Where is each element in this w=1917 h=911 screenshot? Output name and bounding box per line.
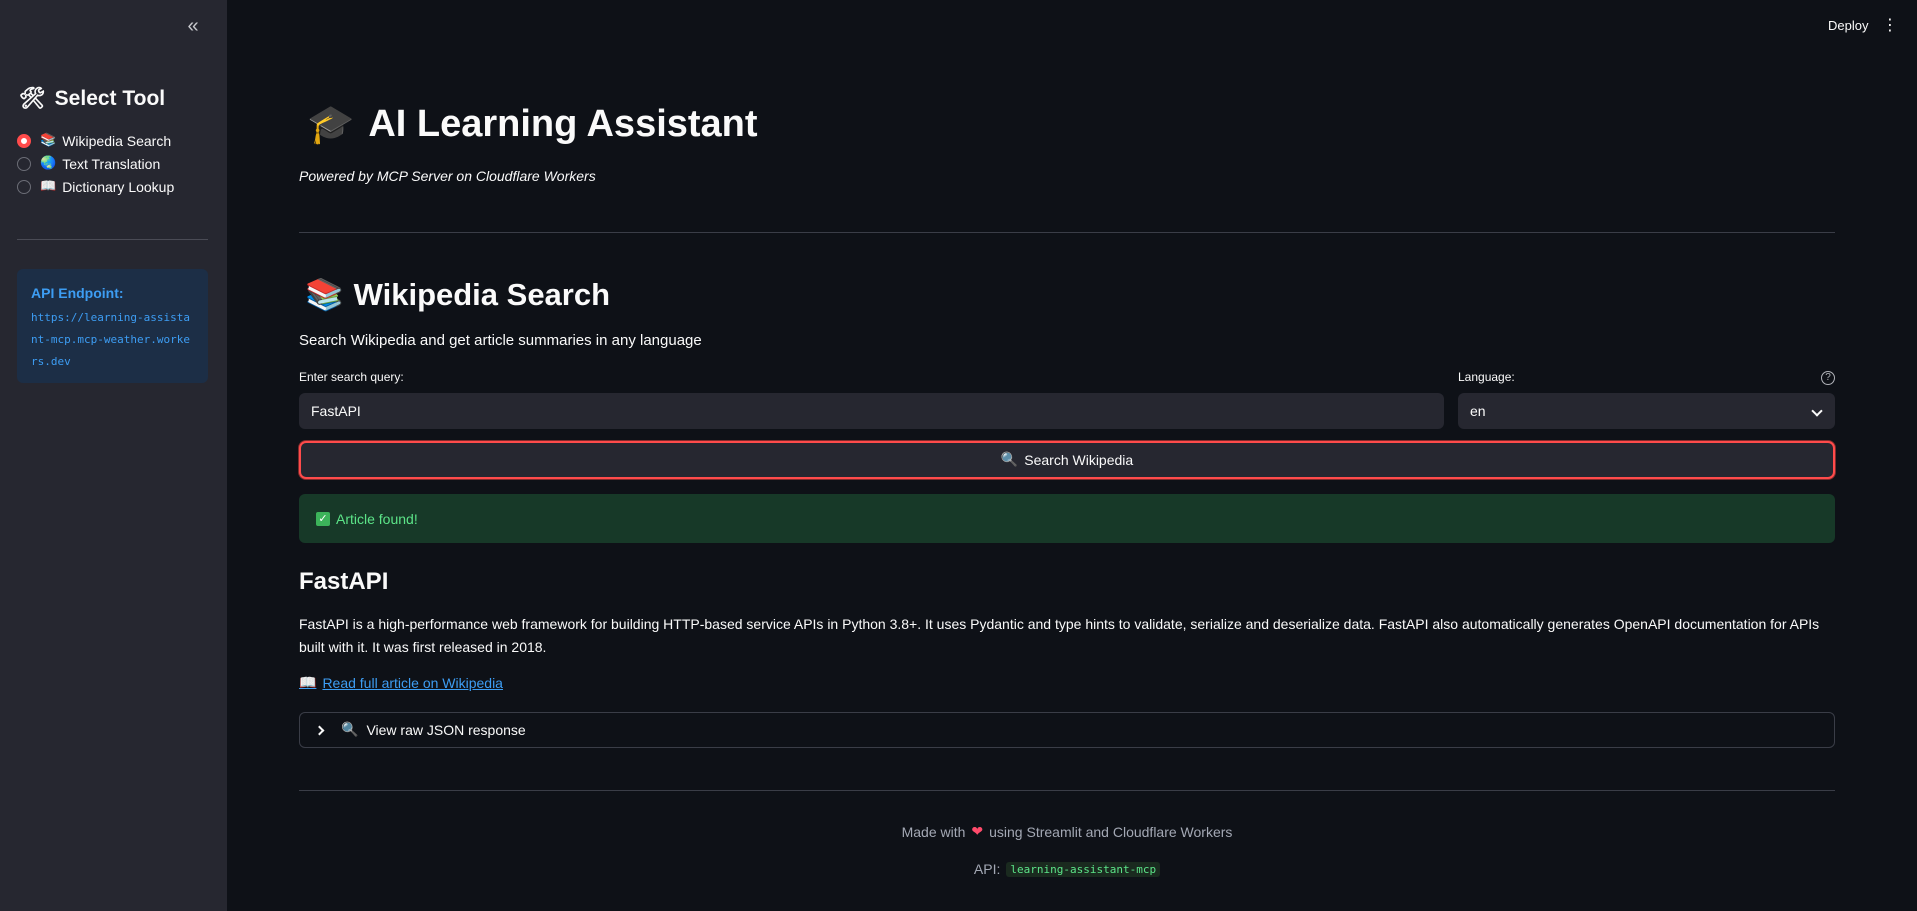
- footer-api: API: learning-assistant-mcp: [299, 861, 1835, 877]
- deploy-button[interactable]: Deploy: [1828, 18, 1868, 33]
- radio-label: Wikipedia Search: [62, 132, 172, 149]
- open-book-icon: 📖: [299, 675, 317, 691]
- sidebar-divider: [17, 239, 208, 240]
- radio-label: Dictionary Lookup: [62, 178, 175, 195]
- radio-label: Text Translation: [62, 155, 161, 172]
- radio-text-translation[interactable]: 🌏 Text Translation: [17, 152, 174, 175]
- article-title: FastAPI: [299, 568, 389, 595]
- page-subtitle: Powered by MCP Server on Cloudflare Work…: [299, 168, 596, 184]
- divider: [299, 790, 1835, 791]
- footer-api-label: API:: [973, 861, 1001, 877]
- magnifier-icon: 🔍: [341, 722, 359, 738]
- heart-icon: ❤: [971, 823, 984, 839]
- radio-wikipedia-search[interactable]: 📚 Wikipedia Search: [17, 129, 174, 152]
- raw-json-expander[interactable]: 🔍 View raw JSON response: [299, 712, 1835, 748]
- books-icon: 📚: [305, 277, 344, 313]
- help-icon[interactable]: ?: [1821, 371, 1835, 385]
- query-label: Enter search query:: [299, 370, 404, 384]
- api-endpoint-info: API Endpoint: https://learning-assistant…: [17, 269, 208, 383]
- chevron-right-icon: [314, 725, 325, 735]
- success-alert: ✓ Article found!: [299, 494, 1835, 543]
- tools-icon: 🛠: [19, 86, 46, 110]
- footer-api-code: learning-assistant-mcp: [1006, 861, 1161, 877]
- api-endpoint-label: API Endpoint:: [31, 285, 124, 301]
- search-query-input[interactable]: FastAPI: [299, 393, 1444, 429]
- footer-made-with: Made with ❤ using Streamlit and Cloudfla…: [299, 823, 1835, 840]
- radio-button-selected[interactable]: [17, 133, 31, 148]
- language-select-value: en: [1470, 403, 1486, 419]
- sidebar: « 🛠 Select Tool 📚 Wikipedia Search 🌏 Tex…: [0, 0, 227, 911]
- sidebar-title: 🛠 Select Tool: [19, 86, 165, 111]
- expander-label: View raw JSON response: [366, 722, 526, 738]
- section-title: 📚 Wikipedia Search: [305, 276, 611, 314]
- section-title-text: Wikipedia Search: [353, 276, 611, 312]
- main-menu-icon[interactable]: ⋮: [1882, 14, 1898, 38]
- footer-made-with-suffix: using Streamlit and Cloudflare Workers: [989, 823, 1233, 840]
- read-full-article-link[interactable]: 📖 Read full article on Wikipedia: [299, 675, 503, 691]
- chevron-down-icon: [1811, 405, 1823, 417]
- search-wikipedia-button[interactable]: 🔍 Search Wikipedia: [299, 441, 1835, 479]
- radio-button[interactable]: [17, 179, 31, 194]
- collapse-sidebar-icon[interactable]: «: [180, 14, 206, 38]
- globe-icon: 🌏: [40, 156, 57, 171]
- page-title: 🎓 AI Learning Assistant: [307, 102, 758, 147]
- books-icon: 📚: [40, 133, 57, 148]
- radio-dictionary-lookup[interactable]: 📖 Dictionary Lookup: [17, 175, 174, 198]
- divider: [299, 232, 1835, 233]
- tool-radio-group: 📚 Wikipedia Search 🌏 Text Translation 📖 …: [17, 129, 174, 198]
- search-button-label: Search Wikipedia: [1024, 452, 1134, 468]
- article-summary: FastAPI is a high-performance web framew…: [299, 616, 1820, 655]
- open-book-icon: 📖: [40, 179, 57, 194]
- graduation-cap-icon: 🎓: [307, 102, 355, 146]
- language-label: Language:: [1458, 370, 1515, 384]
- check-mark-icon: ✓: [316, 511, 330, 526]
- footer-made-with-prefix: Made with: [901, 823, 966, 840]
- read-full-article-text: Read full article on Wikipedia: [322, 675, 503, 691]
- language-select[interactable]: en: [1458, 393, 1835, 429]
- success-alert-text: Article found!: [336, 510, 418, 527]
- section-description: Search Wikipedia and get article summari…: [299, 332, 702, 349]
- magnifier-icon: 🔍: [1000, 452, 1019, 468]
- radio-button[interactable]: [17, 156, 31, 171]
- page-title-text: AI Learning Assistant: [368, 103, 758, 145]
- api-endpoint-url: https://learning-assistant-mcp.mcp-weath…: [31, 311, 190, 368]
- sidebar-title-text: Select Tool: [54, 86, 166, 110]
